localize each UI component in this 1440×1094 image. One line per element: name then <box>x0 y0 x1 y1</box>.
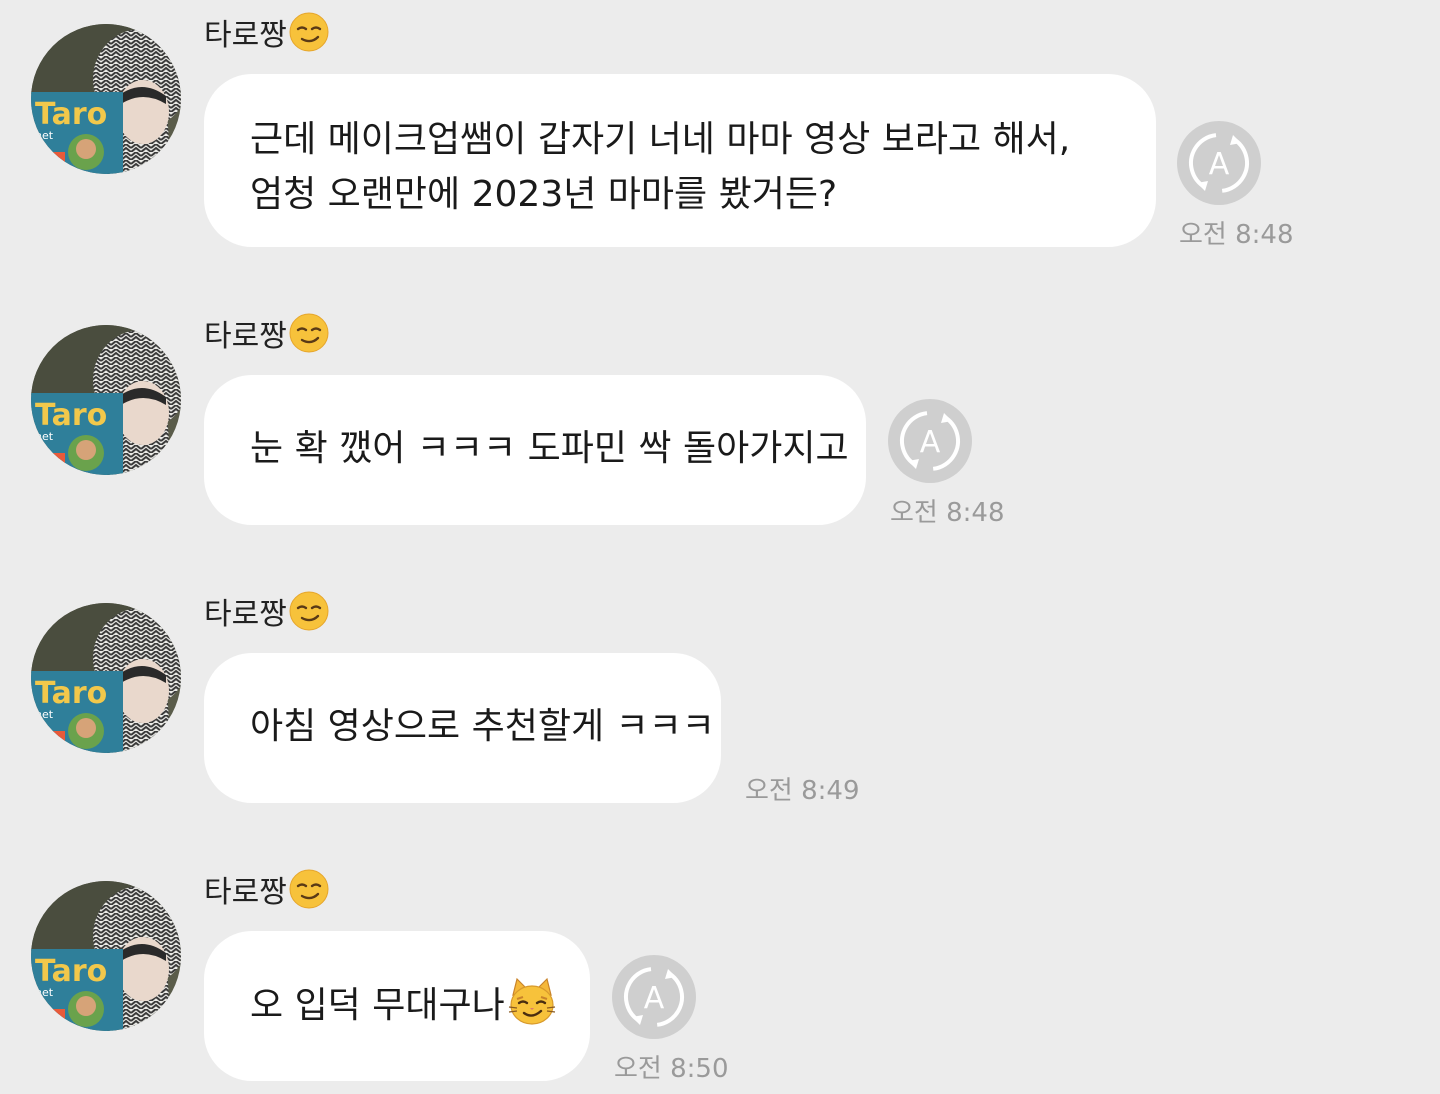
message-text-line: 아침 영상으로 추천할게 ㅋㅋㅋ <box>250 706 715 747</box>
sender-avatar[interactable]: Taro net <box>31 603 181 753</box>
message-timestamp: 오전 8:50 <box>614 1054 729 1084</box>
smirking-face-icon <box>289 869 329 909</box>
translate-icon: A <box>900 411 960 471</box>
message-text-line: 근데 메이크업쌤이 갑자기 너네 마마 영상 보라고 해서, <box>250 119 1071 160</box>
svg-text:A: A <box>1209 147 1230 182</box>
svg-text:net: net <box>35 708 54 721</box>
message-timestamp: 오전 8:48 <box>1179 220 1294 250</box>
message-text-line: 오 입덕 무대구나 <box>250 977 555 1033</box>
sender-avatar[interactable]: Taro net <box>31 881 181 1031</box>
message-text-line: 엄청 오랜만에 2023년 마마를 봤거든? <box>250 174 838 215</box>
message-timestamp: 오전 8:49 <box>745 776 860 806</box>
svg-text:net: net <box>35 129 54 142</box>
message-timestamp: 오전 8:48 <box>890 498 1005 528</box>
svg-text:Taro: Taro <box>35 676 107 711</box>
translate-icon: A <box>624 967 684 1027</box>
message-bubble[interactable]: 근데 메이크업쌤이 갑자기 너네 마마 영상 보라고 해서, 엄청 오랜만에 2… <box>204 74 1156 247</box>
smirking-face-icon <box>289 591 329 631</box>
translate-button[interactable]: A <box>888 399 972 483</box>
translate-button[interactable]: A <box>1177 121 1261 205</box>
svg-text:Taro: Taro <box>35 398 107 433</box>
message-bubble[interactable]: 눈 확 깼어 ㅋㅋㅋ 도파민 싹 돌아가지고 <box>204 375 866 525</box>
sender-avatar[interactable]: Taro net <box>31 24 181 174</box>
sender-avatar[interactable]: Taro net <box>31 325 181 475</box>
message-text-line: 눈 확 깼어 ㅋㅋㅋ 도파민 싹 돌아가지고 <box>250 428 849 469</box>
translate-icon: A <box>1189 133 1249 193</box>
sender-name: 타로짱 <box>204 313 329 354</box>
message-bubble[interactable]: 아침 영상으로 추천할게 ㅋㅋㅋ <box>204 653 721 803</box>
svg-text:Taro: Taro <box>35 97 107 132</box>
sender-name: 타로짱 <box>204 591 329 632</box>
smirking-face-icon <box>289 313 329 353</box>
sender-name: 타로짱 <box>204 869 329 910</box>
svg-text:net: net <box>35 986 54 999</box>
svg-text:A: A <box>920 425 941 460</box>
svg-text:net: net <box>35 430 54 443</box>
svg-text:Taro: Taro <box>35 954 107 989</box>
smirking-cat-icon <box>507 977 557 1027</box>
message-bubble[interactable]: 오 입덕 무대구나 <box>204 931 590 1081</box>
svg-text:A: A <box>644 981 665 1016</box>
sender-name: 타로짱 <box>204 12 329 53</box>
smirking-face-icon <box>289 12 329 52</box>
translate-button[interactable]: A <box>612 955 696 1039</box>
